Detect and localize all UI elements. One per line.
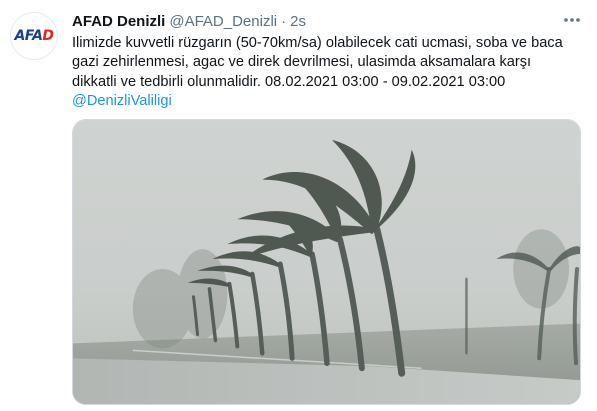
tweet-text: Ilimizde kuvvetli rüzgarın (50-70km/sa) … [72,34,577,111]
more-dots-icon[interactable] [558,8,586,32]
tweet-text-line: gazi zehirlenmesi, agac ve direk devrilm… [72,54,532,71]
author-name[interactable]: AFAD Denizli [72,13,165,30]
tweet-header: AFAD Denizli @AFAD_Denizli · 2s [72,11,306,31]
author-handle[interactable]: @AFAD_Denizli [169,13,277,30]
afad-logo: AFAD [14,28,54,44]
tweet-timestamp[interactable]: 2s [290,13,306,30]
separator-dot: · [281,12,287,30]
tweet-media-photo[interactable] [72,119,581,405]
mention-link[interactable]: @DenizliValiligi [72,92,172,111]
storm-palm-trees-image [73,120,580,404]
tweet-text-line: dikkatli ve tedbirli olunmalidir. 08.02.… [72,73,506,90]
tweet-text-line: Ilimizde kuvvetli rüzgarın (50-70km/sa) … [72,35,563,51]
tweet[interactable]: AFAD AFAD Denizli @AFAD_Denizli · 2s Ili… [0,0,597,411]
avatar[interactable]: AFAD [10,12,58,60]
